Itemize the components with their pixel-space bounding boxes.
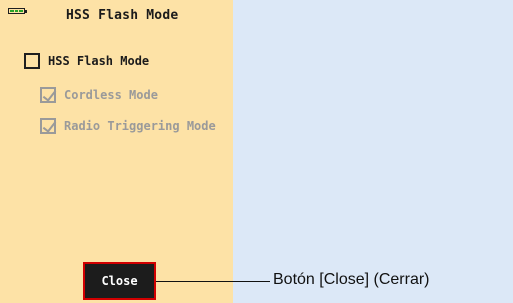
cordless-mode-label: Cordless Mode bbox=[64, 88, 158, 102]
radio-triggering-mode-option[interactable]: Radio Triggering Mode bbox=[40, 118, 216, 134]
radio-triggering-mode-label: Radio Triggering Mode bbox=[64, 119, 216, 133]
callout-label: Botón [Close] (Cerrar) bbox=[273, 271, 430, 288]
hss-flash-mode-checkbox[interactable] bbox=[24, 53, 40, 69]
cordless-mode-option[interactable]: Cordless Mode bbox=[40, 87, 158, 103]
battery-cell bbox=[19, 10, 24, 12]
hss-flash-mode-label: HSS Flash Mode bbox=[48, 54, 150, 68]
callout-line bbox=[156, 281, 270, 282]
device-screen: HSS Flash Mode HSS Flash Mode Cordless M… bbox=[0, 0, 233, 303]
radio-triggering-mode-checkbox[interactable] bbox=[40, 118, 56, 134]
close-button[interactable]: Close bbox=[83, 262, 156, 300]
battery-icon bbox=[8, 8, 27, 14]
battery-cell bbox=[14, 10, 19, 12]
battery-cell bbox=[10, 10, 14, 12]
hss-flash-mode-option[interactable]: HSS Flash Mode bbox=[24, 53, 149, 69]
page-title: HSS Flash Mode bbox=[66, 8, 179, 23]
cordless-mode-checkbox[interactable] bbox=[40, 87, 56, 103]
